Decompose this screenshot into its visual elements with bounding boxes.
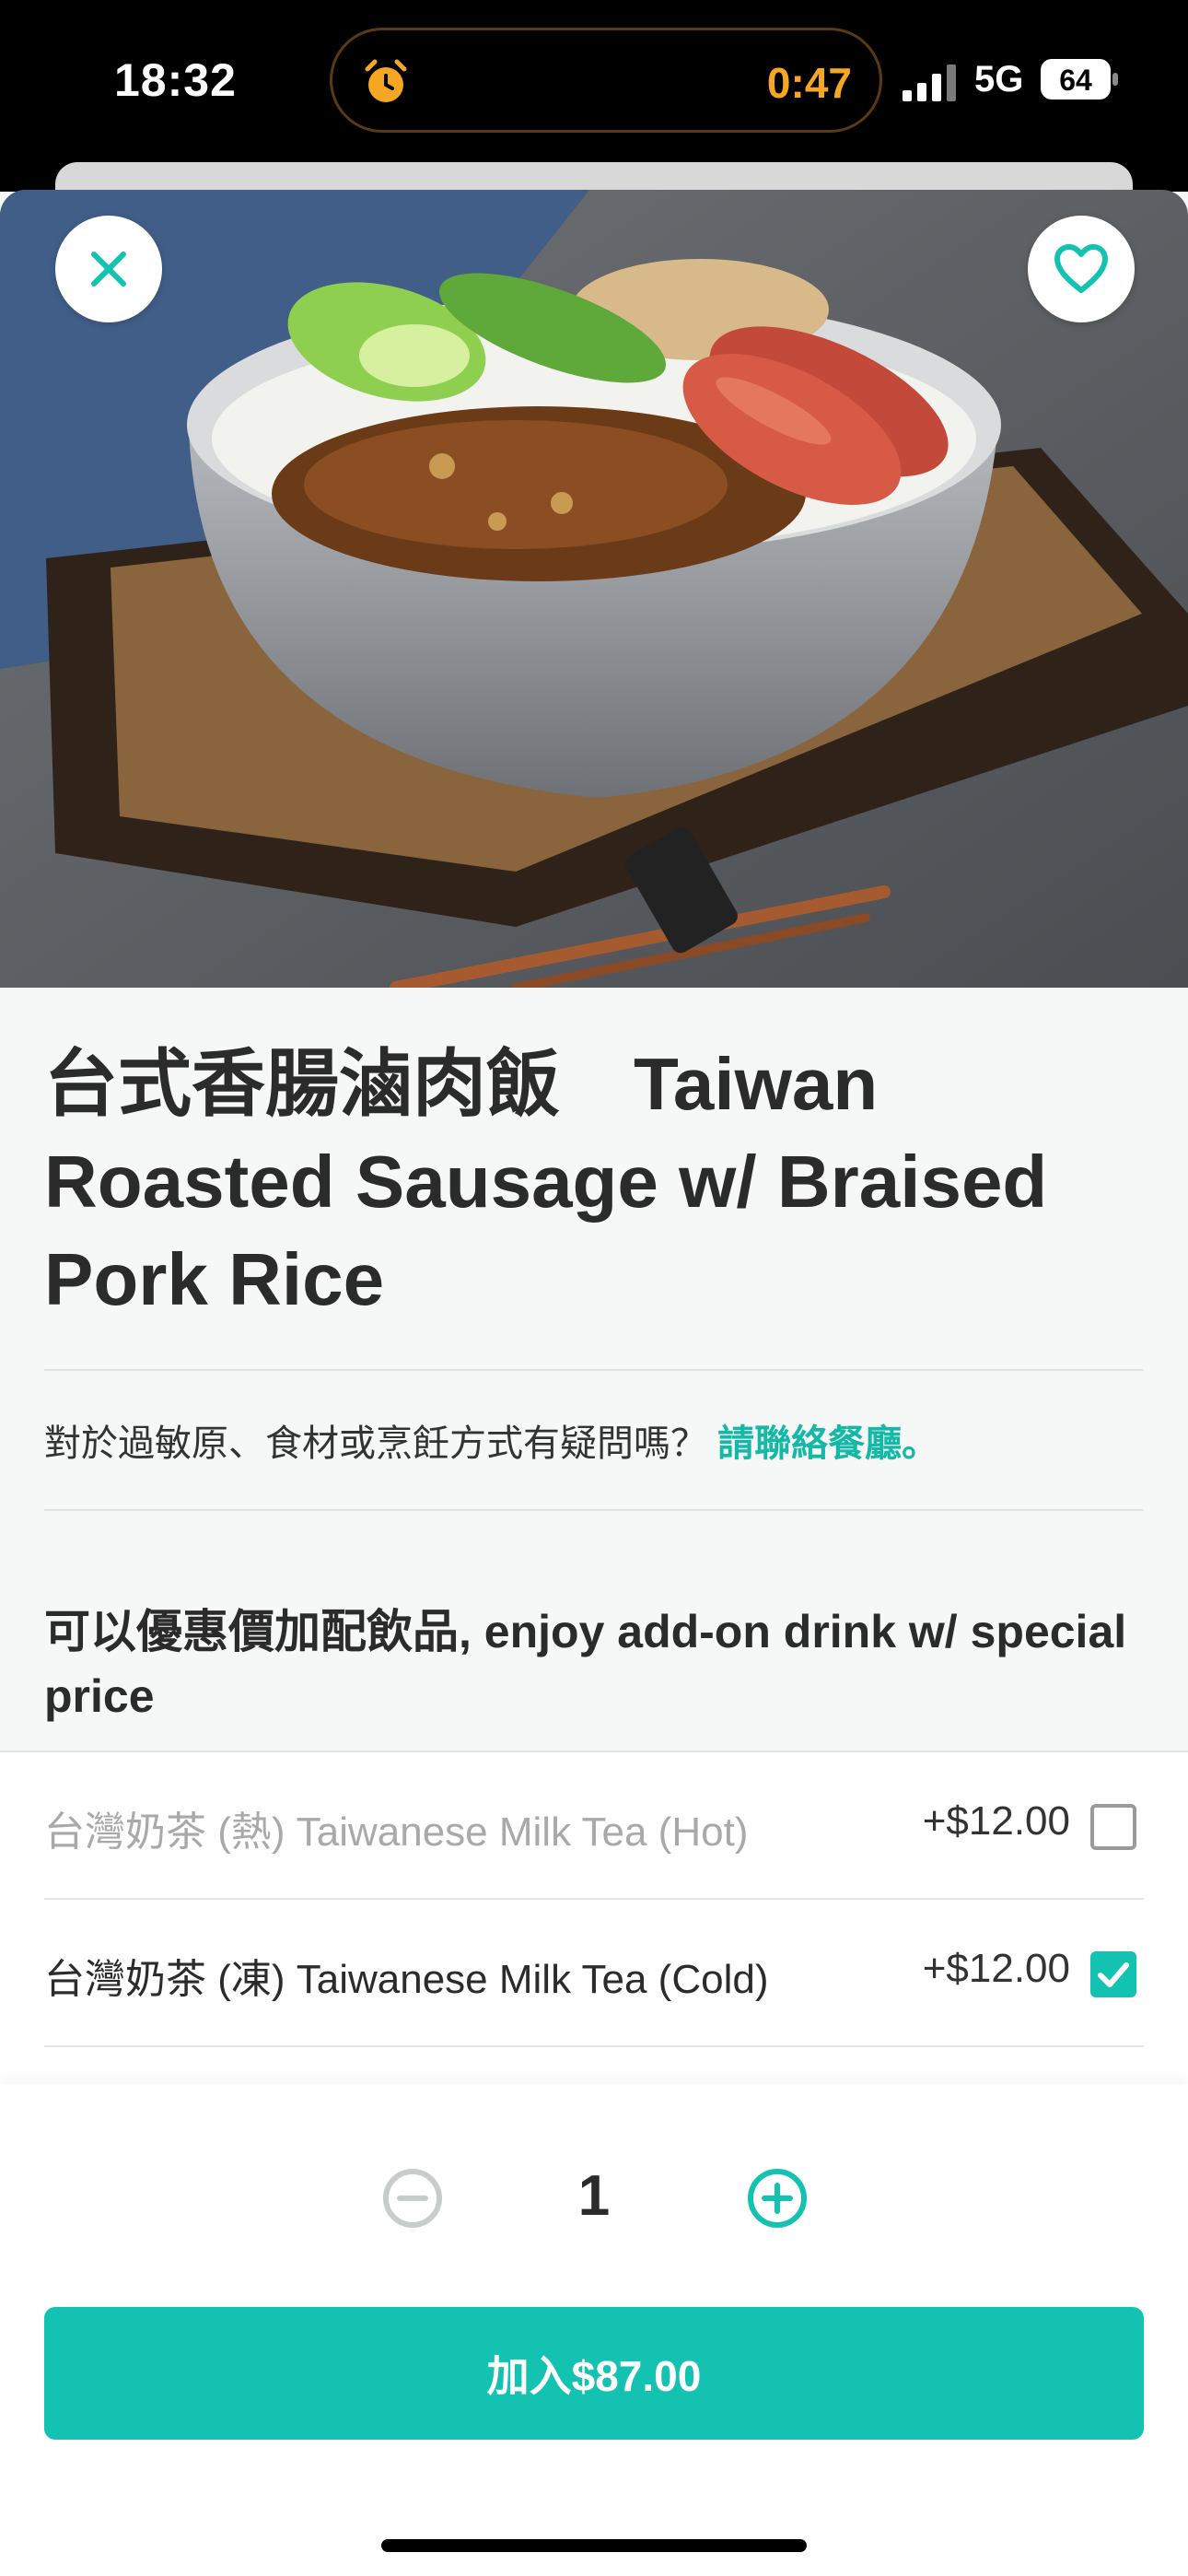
timer-text: 0:47	[766, 59, 852, 107]
option-checkbox-unchecked[interactable]	[1090, 1804, 1136, 1850]
decrease-quantity-button[interactable]	[381, 2167, 444, 2230]
heart-icon	[1054, 244, 1108, 293]
favorite-button[interactable]	[1028, 216, 1135, 322]
product-title: 台式香腸滷肉飯 Taiwan Roasted Sausage w/ Braise…	[44, 1043, 1048, 1320]
close-button[interactable]	[55, 216, 162, 322]
home-indicator[interactable]	[381, 2539, 807, 2552]
product-photo	[0, 190, 1188, 988]
network-type: 5G	[974, 59, 1024, 100]
quantity-value: 1	[577, 2164, 611, 2228]
option-price: +$12.00	[922, 1798, 1070, 1844]
close-icon	[91, 252, 126, 287]
alarm-clock-icon	[365, 59, 407, 102]
signal-bars-icon	[903, 64, 956, 101]
option-row-cold-milk-tea[interactable]: 台灣奶茶 (凍) Taiwanese Milk Tea (Cold) +$12.…	[0, 1900, 1188, 2047]
add-to-cart-button[interactable]: 加入$87.00	[44, 2307, 1144, 2440]
status-time: 18:32	[114, 54, 237, 106]
option-price: +$12.00	[922, 1946, 1070, 1991]
contact-restaurant-link[interactable]: 請聯絡餐廳。	[717, 1423, 938, 1464]
allergen-question: 對於過敏原、食材或烹飪方式有疑問嗎？	[44, 1423, 707, 1464]
option-name: 台灣奶茶 (熱) Taiwanese Milk Tea (Hot)	[44, 1809, 749, 1855]
divider	[44, 1369, 1144, 1371]
allergen-notice: 對於過敏原、食材或烹飪方式有疑問嗎？ 請聯絡餐廳。	[44, 1413, 938, 1467]
battery-level: 64	[1059, 64, 1092, 97]
addon-options-list: 台灣奶茶 (熱) Taiwanese Milk Tea (Hot) +$12.0…	[0, 1751, 1188, 2084]
addon-section-title: 可以優惠價加配飲品, enjoy add-on drink w/ special…	[44, 1606, 1127, 1722]
divider	[44, 2045, 1144, 2047]
dynamic-island[interactable]: 0:47	[330, 28, 882, 133]
option-row-hot-milk-tea[interactable]: 台灣奶茶 (熱) Taiwanese Milk Tea (Hot) +$12.0…	[0, 1752, 1188, 1900]
increase-quantity-button[interactable]	[746, 2167, 809, 2230]
checkmark-icon	[1098, 1962, 1129, 1987]
option-checkbox-checked[interactable]	[1090, 1951, 1136, 1997]
option-name: 台灣奶茶 (凍) Taiwanese Milk Tea (Cold)	[44, 1957, 769, 2002]
divider	[44, 1509, 1144, 1511]
battery-icon: 64	[1041, 59, 1118, 100]
